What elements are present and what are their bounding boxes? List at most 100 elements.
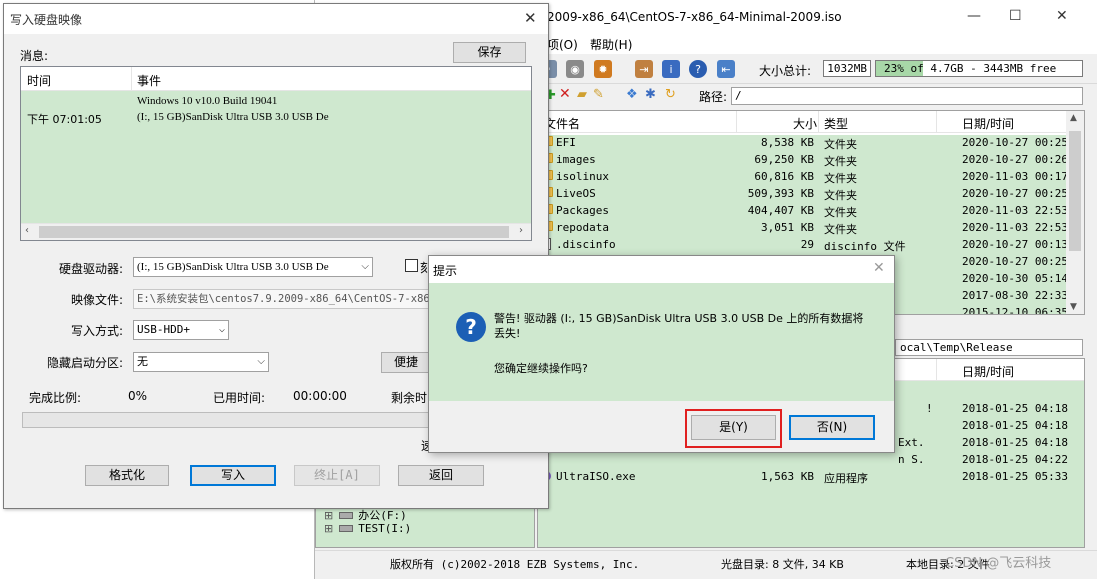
drive-icon [338,512,353,519]
write-button[interactable]: 写入 [190,465,276,486]
delete-icon[interactable]: ✕ [559,86,571,102]
new-folder-icon[interactable]: ▰ [577,87,587,102]
properties-icon[interactable]: ❖ [626,87,638,102]
local-file-row[interactable]: UltraISO.exe 1,563 KB 应用程序 2018-01-25 05:33 [538,469,1084,486]
file-list-scrollbar[interactable]: ▲ ▼ [1066,111,1084,314]
convenience-start-button[interactable]: 便捷 [381,352,431,373]
file-row[interactable]: isolinux 60,816 KB 文件夹 2020-11-03 00:17 [538,169,1084,186]
info-icon[interactable]: i [662,60,680,78]
log-horizontal-scrollbar[interactable]: ‹ › [21,223,531,240]
write-dialog-close-icon[interactable]: ✕ [524,9,537,27]
rename-icon[interactable]: ✎ [593,87,604,102]
tree-item-test[interactable]: ⊞ TEST(I:) [324,522,411,535]
tree-item-label: 办公(F:) [358,509,407,522]
drive-select-value: (I:, 15 GB)SanDisk Ultra USB 3.0 USB De [137,261,329,273]
file-name: Packages [556,204,609,217]
remaining-time-label: 剩余时 [391,391,428,405]
hidden-partition-select[interactable]: 无 ⌵ [133,352,269,372]
file-date: 2020-11-03 22:53 [962,204,1068,217]
extract-icon[interactable]: ⇥ [635,60,653,78]
maximize-button[interactable]: ☐ [1009,8,1022,24]
chevron-down-icon: ⌵ [218,324,225,335]
question-icon: ? [456,312,486,342]
file-row[interactable]: images 69,250 KB 文件夹 2020-10-27 00:26 [538,152,1084,169]
file-type: 文件夹 [824,172,857,185]
expand-icon[interactable]: ⊞ [324,522,333,535]
size-bar-text: 23% of 4.7GB - 3443MB free [884,62,1057,75]
minimize-button[interactable]: — [967,8,981,24]
log-column-event[interactable]: 事件 [137,72,161,89]
file-size: 509,393 KB [747,187,814,200]
scrollbar-thumb[interactable] [39,226,509,238]
local-file-type: n S. [898,453,925,466]
file-name: images [556,153,596,166]
fire-icon[interactable]: ✹ [594,60,612,78]
no-button[interactable]: 否(N) [789,415,875,440]
local-file-type: ! [926,402,933,415]
format-button[interactable]: 格式化 [85,465,169,486]
refresh-icon[interactable]: ↻ [665,87,676,102]
exit-icon[interactable]: ⇤ [717,60,735,78]
yes-button[interactable]: 是(Y) [691,415,776,440]
file-type: 文件夹 [824,155,857,168]
local-file-name: UltraISO.exe [556,470,636,483]
done-ratio-label: 完成比例: [29,391,82,405]
local-file-type: 应用程序 [824,472,868,485]
confirm-close-icon[interactable]: ✕ [873,260,885,276]
scrollbar-thumb[interactable] [1069,131,1081,251]
local-file-row[interactable]: n S. 2018-01-25 04:22 [538,452,1084,469]
scroll-down-icon[interactable]: ▼ [1070,302,1077,312]
help-icon[interactable]: ? [689,60,707,78]
log-column-time[interactable]: 时间 [27,72,51,89]
column-divider [818,111,819,133]
menu-item-help[interactable]: 帮助(H) [590,36,632,53]
back-button[interactable]: 返回 [398,465,484,486]
local-column-header-date[interactable]: 日期/时间 [962,363,1014,380]
file-name: isolinux [556,170,609,183]
verify-checkbox[interactable] [405,259,418,272]
local-file-date: 2018-01-25 04:18 [962,436,1068,449]
close-button[interactable]: ✕ [1056,8,1068,24]
log-body: 下午 07:01:05 Windows 10 v10.0 Build 19041… [21,91,531,223]
confirm-body [429,283,894,401]
hidden-partition-value: 无 [137,355,148,368]
menu-item-options[interactable]: 项(O) [547,36,578,53]
chevron-down-icon: ⌵ [361,261,369,272]
file-name: .discinfo [556,238,616,251]
file-row[interactable]: .discinfo 29 discinfo 文件 2020-10-27 00:13 [538,237,1084,254]
column-header-date[interactable]: 日期/时间 [962,115,1014,132]
file-name: LiveOS [556,187,596,200]
file-row[interactable]: repodata 3,051 KB 文件夹 2020-11-03 22:53 [538,220,1084,237]
expand-icon[interactable]: ⊞ [324,509,333,522]
file-row[interactable]: EFI 8,538 KB 文件夹 2020-10-27 00:25 [538,135,1084,152]
scroll-up-icon[interactable]: ▲ [1070,113,1077,123]
file-row[interactable]: LiveOS 509,393 KB 文件夹 2020-10-27 00:25 [538,186,1084,203]
scroll-right-icon[interactable]: › [519,225,523,236]
path-input[interactable]: / [731,87,1083,105]
write-progress-bar [22,412,434,428]
local-path-field[interactable]: ocal\Temp\Release [895,339,1083,356]
column-header-size[interactable]: 大小 [793,115,817,132]
scroll-left-icon[interactable]: ‹ [25,225,29,236]
file-date: 2020-10-27 00:25 [962,255,1068,268]
save-log-button[interactable]: 保存 [453,42,526,63]
column-header-type[interactable]: 类型 [824,115,848,132]
file-date: 2017-08-30 22:33 [962,289,1068,302]
file-row[interactable]: Packages 404,407 KB 文件夹 2020-11-03 22:53 [538,203,1084,220]
message-log: 时间 事件 下午 07:01:05 Windows 10 v10.0 Build… [20,66,532,241]
settings-icon[interactable]: ✱ [645,87,656,102]
file-date: 2020-10-27 00:13 [962,238,1068,251]
image-file-field[interactable]: E:\系统安装包\centos7.9.2009-x86_64\CentOS-7-… [133,289,433,309]
drive-select[interactable]: (I:, 15 GB)SanDisk Ultra USB 3.0 USB De … [133,257,373,277]
file-date: 2020-10-27 00:25 [962,136,1068,149]
file-date: 2020-11-03 00:17 [962,170,1068,183]
tree-item-label: TEST(I:) [358,522,412,535]
write-method-select[interactable]: USB-HDD+ ⌵ [133,320,229,340]
column-header-name[interactable]: 文件名 [544,115,580,132]
file-type: 文件夹 [824,138,857,151]
tree-item-office[interactable]: ⊞ 办公(F:) [324,507,407,523]
file-size: 404,407 KB [747,204,814,217]
disc-burn-icon[interactable]: ◉ [566,60,584,78]
size-capacity-bar: 23% of 4.7GB - 3443MB free [875,60,1083,77]
confirm-titlebar: 提示 ✕ [429,256,894,283]
